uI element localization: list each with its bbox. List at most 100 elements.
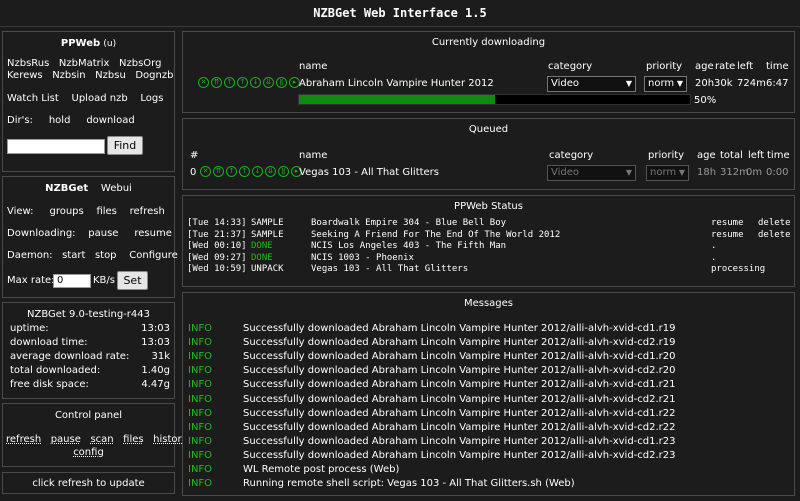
link-nzbsorg[interactable]: NzbsOrg [119,58,161,69]
downloading-label: Downloading: [7,228,76,239]
status-name: NCIS 1003 - Phoenix [311,252,414,263]
ppstatus-title: PPWeb Status [454,201,523,212]
chevron-down-icon: ▼ [625,79,632,88]
link-upload-nzb[interactable]: Upload nzb [72,93,128,104]
pause-link[interactable]: pause [88,228,118,239]
control-title: Control panel [54,410,123,421]
configure-link[interactable]: Configure [129,250,177,261]
link-nzbsrus[interactable]: NzbsRus [7,58,49,69]
search-input[interactable] [7,139,105,154]
queued-item-name[interactable]: Vegas 103 - All That Glitters [299,167,439,178]
link-nzbsu[interactable]: Nzbsu [95,70,126,81]
refresh-hint: click refresh to update [32,478,145,489]
move-down-icon[interactable]: ↓ [250,77,261,88]
status-action[interactable]: . [711,241,716,251]
move-down-icon[interactable]: ↓ [252,166,263,177]
q-col-priority-header: priority [648,150,685,161]
link-nzbmatrix[interactable]: NzbMatrix [59,58,110,69]
message-text: Successfully downloaded Abraham Lincoln … [243,435,676,447]
move-bottom-icon[interactable]: ⇊ [265,166,276,177]
ppweb-panel: PPWeb (u) NzbsRus NzbMatrix NzbsOrg Kere… [2,31,175,172]
link-dir-download[interactable]: download [86,115,134,126]
status-action[interactable]: resume [711,218,744,228]
message-level: INFO [188,323,213,334]
status-name: Vegas 103 - All That Glitters [311,264,469,274]
status-delete[interactable]: delete [758,230,791,240]
current-controls: ✕ ⇈ ↑ ↑ ↓ ⇊ ǁ ▸ [198,77,300,88]
cp-scan-link[interactable]: scan [90,434,113,445]
current-category-select[interactable]: Video ▼ [547,76,636,92]
message-text: Successfully downloaded Abraham Lincoln … [243,323,676,334]
message-text: Successfully downloaded Abraham Lincoln … [243,351,676,363]
queued-left: 0m [746,167,763,178]
app-title: NZBGet Web Interface 1.5 [0,0,800,27]
queued-priority-select[interactable]: norm ▼ [646,165,689,181]
queued-panel: Queued # name category priority age tota… [182,118,795,190]
status-time: [Tue 14:33] [187,218,247,228]
webui-link[interactable]: Webui [101,183,132,194]
message-text: Successfully downloaded Abraham Lincoln … [243,337,676,349]
cp-files-link[interactable]: files [123,434,143,445]
message-level: INFO [188,365,213,377]
daemon-start-link[interactable]: start [62,250,85,261]
status-action[interactable]: processing [711,264,765,274]
ppweb-title-suffix[interactable]: (u) [103,39,116,49]
find-button[interactable]: Find [107,136,143,155]
move-up-icon[interactable]: ↑ [224,77,235,88]
status-delete[interactable]: delete [758,218,791,228]
current-priority-select[interactable]: norm ▼ [644,76,687,92]
current-panel: Currently downloading name category prio… [182,31,795,113]
col-name-header: name [299,61,328,72]
view-files-link[interactable]: files [96,206,116,217]
daemon-stop-link[interactable]: stop [95,250,117,261]
pause-icon[interactable]: ǁ [278,166,289,177]
pause-icon[interactable]: ǁ [276,77,287,88]
chevron-down-icon: ▼ [625,168,632,177]
view-refresh-link[interactable]: refresh [130,206,165,217]
chevron-down-icon: ▼ [676,79,683,88]
stats-panel: NZBGet 9.0-testing-r443 uptime: 13:03 dow… [2,302,175,399]
cp-config-link[interactable]: config [73,447,104,458]
cancel-icon[interactable]: ✕ [200,166,211,177]
status-action[interactable]: resume [711,230,744,240]
col-priority-header: priority [646,61,683,72]
message-text: Running remote shell script: Vegas 103 -… [243,478,575,490]
queued-category-select[interactable]: Video ▼ [547,165,636,181]
status-action[interactable]: . [711,253,716,263]
link-kerews[interactable]: Kerews [7,70,43,81]
q-col-age-header: age [697,150,716,161]
maxrate-input[interactable]: 0 [53,274,91,288]
cp-refresh-link[interactable]: refresh [6,434,41,445]
status-time: [Tue 21:37] [187,229,247,240]
resume-link[interactable]: resume [134,228,172,239]
move-up-icon[interactable]: ↑ [226,166,237,177]
message-level: INFO [188,393,213,405]
view-groups-link[interactable]: groups [49,206,83,217]
queued-total: 312m [720,167,749,178]
move-up-small-icon[interactable]: ↑ [237,77,248,88]
link-watch-list[interactable]: Watch List [7,93,59,104]
move-up-small-icon[interactable]: ↑ [239,166,250,177]
cp-pause-link[interactable]: pause [51,434,81,445]
status-name: Seeking A Friend For The End Of The Worl… [311,229,561,240]
q-col-num-header: # [190,150,199,161]
link-dir-hold[interactable]: hold [49,115,71,126]
current-item-name[interactable]: Abraham Lincoln Vampire Hunter 2012 [299,78,494,89]
move-bottom-icon[interactable]: ⇊ [263,77,274,88]
maxrate-label: Max rate: [7,275,55,286]
status-state: DONE [251,252,273,263]
chevron-down-icon: ▼ [678,168,685,177]
set-button[interactable]: Set [117,271,148,290]
cancel-icon[interactable]: ✕ [198,77,209,88]
current-title: Currently downloading [431,37,546,48]
link-nzbsin[interactable]: Nzbsin [52,70,85,81]
current-rate: 30k [714,78,733,89]
maxrate-unit: KB/s [93,275,115,286]
move-top-icon[interactable]: ⇈ [213,166,224,177]
message-level: INFO [188,435,213,447]
status-time: [Wed 10:59] [187,264,247,274]
link-dognzb[interactable]: Dognzb [135,70,173,81]
message-text: Successfully downloaded Abraham Lincoln … [243,449,676,461]
link-logs[interactable]: Logs [140,93,163,104]
move-top-icon[interactable]: ⇈ [211,77,222,88]
